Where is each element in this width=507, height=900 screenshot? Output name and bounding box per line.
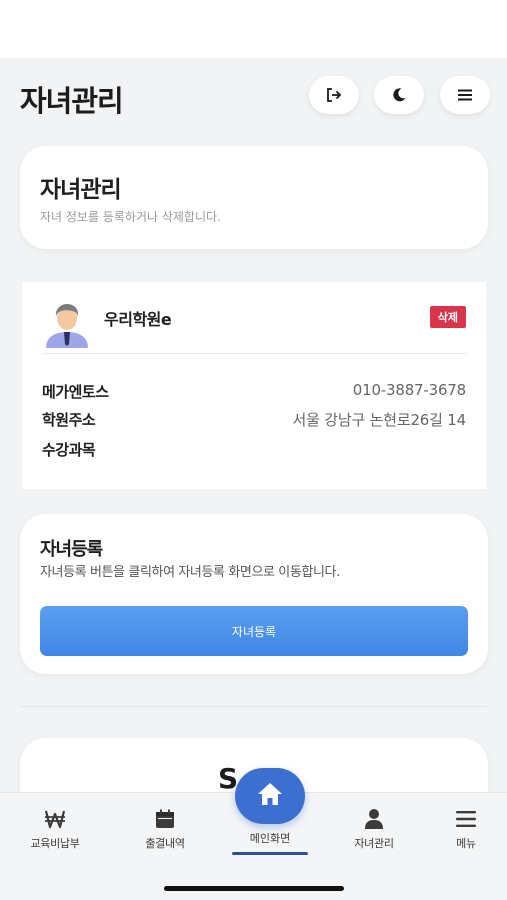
divider [42,353,466,354]
info-row-phone: 메가엔토스 010-3887-3678 [42,381,466,403]
info-value: 서울 강남구 논현로26길 14 [292,411,467,429]
logout-button[interactable] [309,76,359,114]
child-card: 우리학원e 삭제 메가엔토스 010-3887-3678 학원주소 서울 강남구… [22,282,486,489]
nav-label: 메뉴 [456,837,476,850]
register-description: 자녀등록 버튼을 클릭하여 자녀등록 화면으로 이동합니다. [40,565,340,580]
intro-title: 자녀관리 [40,177,122,203]
delete-button[interactable]: 삭제 [429,306,466,328]
register-title: 자녀등록 [40,539,103,560]
nav-item-payment[interactable]: 교육비납부 [10,807,100,851]
section-divider [20,706,487,707]
moon-icon [391,87,407,103]
intro-card: 자녀관리 자녀 정보를 등록하거나 삭제합니다. [20,146,488,249]
nav-item-menu[interactable]: 메뉴 [421,807,507,851]
info-row-subjects: 수강과목 [42,439,466,461]
nav-label: 교육비납부 [30,837,80,850]
info-label: 메가엔토스 [42,383,109,401]
hamburger-icon [421,807,507,831]
register-card: 자녀등록 자녀등록 버튼을 클릭하여 자녀등록 화면으로 이동합니다. 자녀등록 [20,514,488,674]
nav-label-home[interactable]: 메인화면 [225,830,315,846]
app-screen: 자녀관리 자녀관리 자녀 정보를 등록하거나 삭제합니다. 우리학원e 삭제 메… [0,58,507,900]
logout-icon [325,87,343,103]
dark-mode-button[interactable] [374,76,424,114]
hamburger-icon [457,88,473,102]
intro-description: 자녀 정보를 등록하거나 삭제합니다. [40,210,221,224]
register-child-button[interactable]: 자녀등록 [40,606,468,656]
page-title: 자녀관리 [20,84,124,118]
info-label: 학원주소 [42,411,96,429]
nav-item-attendance[interactable]: 출결내역 [120,807,210,851]
nav-label: 출결내역 [145,837,185,850]
avatar [42,302,92,348]
nav-label: 자녀관리 [354,837,394,850]
active-tab-indicator [232,852,308,855]
nav-item-children[interactable]: 자녀관리 [329,807,419,851]
info-row-address: 학원주소 서울 강남구 논현로26길 14 [42,409,466,431]
info-value: 010-3887-3678 [352,381,466,399]
calendar-icon [120,807,210,831]
system-home-indicator[interactable] [164,886,344,891]
info-label: 수강과목 [42,441,96,459]
person-icon [329,807,419,831]
child-name: 우리학원e [104,310,172,329]
header: 자녀관리 [0,58,507,134]
won-icon [10,807,100,831]
menu-button[interactable] [440,76,490,114]
home-button[interactable] [235,768,305,824]
home-icon [256,781,284,811]
